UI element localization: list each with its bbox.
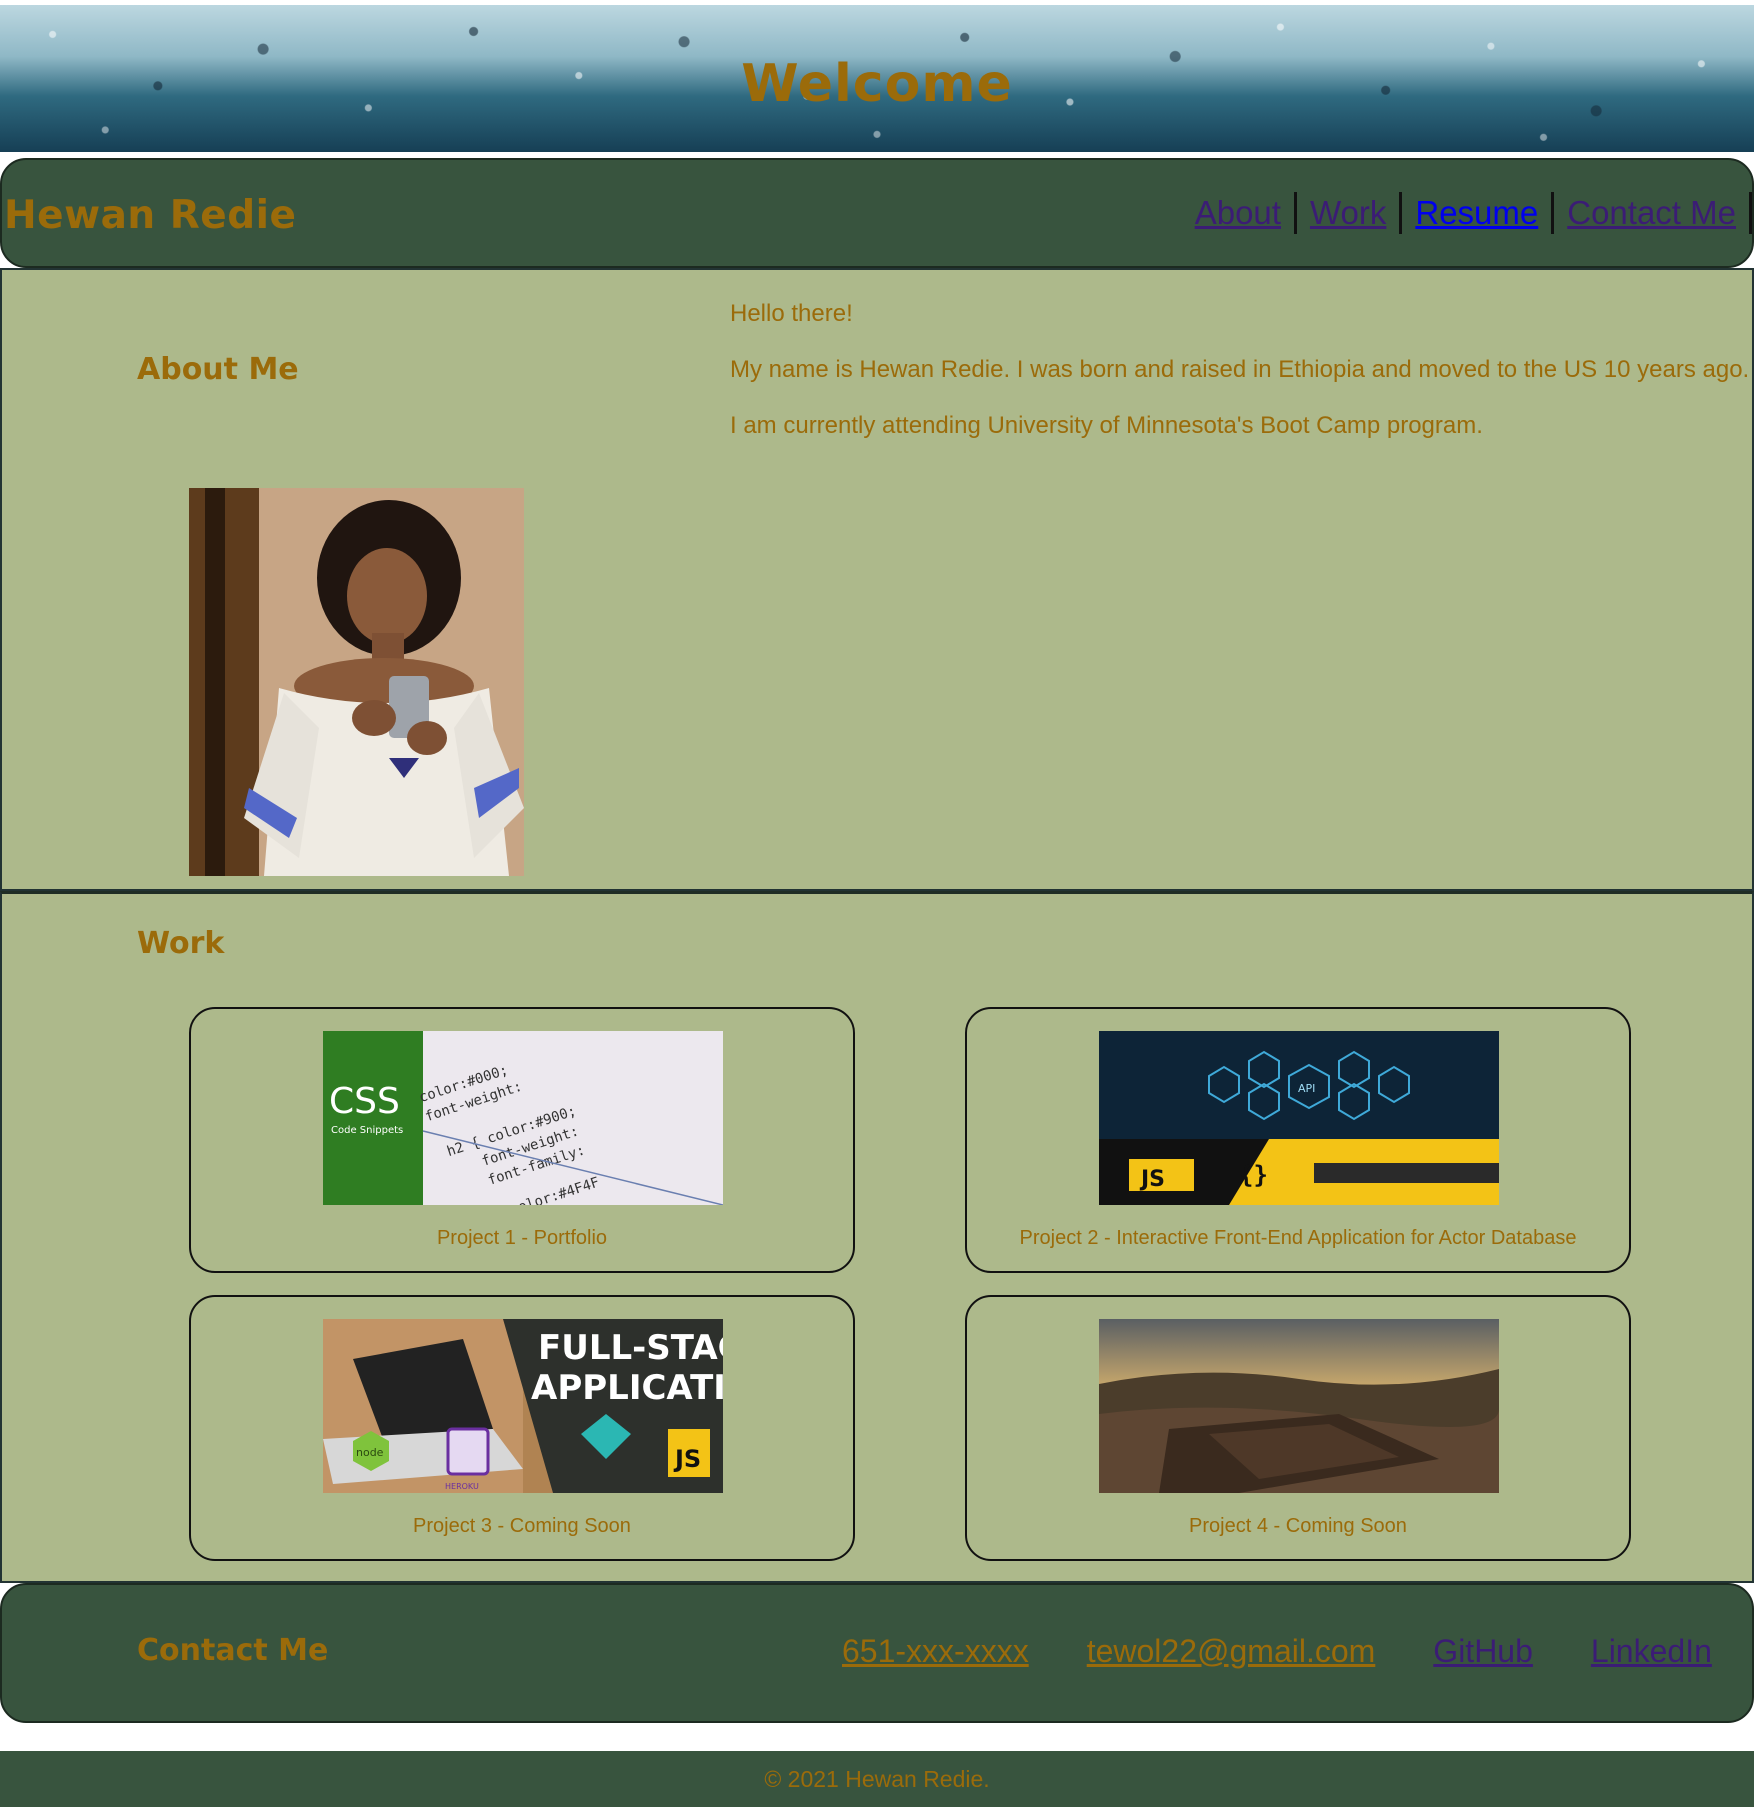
work-section: Work CSS Code Snippets color:#000; font-… [0, 891, 1754, 1583]
nav-link-about[interactable]: About [1182, 192, 1297, 234]
site-name: Hewan Redie [4, 192, 297, 238]
site-footer: © 2021 Hewan Redie. [0, 1751, 1754, 1807]
hero-title: Welcome [741, 53, 1013, 114]
project-caption: Project 4 - Coming Soon [1189, 1515, 1407, 1537]
js3-thumb-label: JS [673, 1445, 701, 1473]
heroku-thumb-label: HEROKU [445, 1482, 479, 1491]
github-link[interactable]: GitHub [1433, 1633, 1533, 1670]
project-card[interactable]: FULL-STACK APPLICATION node HEROKU JS Pr… [189, 1295, 855, 1561]
about-text: Hello there! My name is Hewan Redie. I w… [730, 300, 1750, 468]
braces-thumb-label: {} [1239, 1161, 1268, 1189]
css-thumb-label: CSS [329, 1081, 400, 1122]
phone-link[interactable]: 651-xxx-xxxx [842, 1633, 1029, 1670]
fullstack-thumb-label: FULL-STACK [538, 1328, 723, 1368]
about-paragraph: Hello there! [730, 300, 853, 327]
project-caption: Project 1 - Portfolio [436, 1227, 608, 1249]
main-nav: About Work Resume Contact Me [1182, 192, 1752, 234]
profile-photo [189, 488, 524, 876]
about-paragraph: I am currently attending University of M… [730, 412, 1483, 439]
nav-link-work[interactable]: Work [1297, 192, 1403, 234]
linkedin-link[interactable]: LinkedIn [1591, 1633, 1712, 1670]
application-thumb-label: APPLICATION [531, 1368, 723, 1408]
hero-banner: Welcome [0, 5, 1754, 152]
project-thumbnail-fullstack[interactable]: FULL-STACK APPLICATION node HEROKU JS [323, 1319, 723, 1493]
nav-link-resume[interactable]: Resume [1402, 192, 1555, 234]
api-thumb-label: API [1298, 1082, 1315, 1095]
contact-section: Contact Me 651-xxx-xxxx tewol22@gmail.co… [0, 1583, 1754, 1723]
project-thumbnail-api[interactable]: API JS {} [1099, 1031, 1499, 1205]
project-card[interactable]: API JS {} Project 2 - Interactive Front-… [965, 1007, 1631, 1273]
project-card[interactable]: Project 4 - Coming Soon [965, 1295, 1631, 1561]
email-link[interactable]: tewol22@gmail.com [1087, 1633, 1376, 1670]
about-heading: About Me [137, 352, 299, 387]
project-thumbnail-css[interactable]: CSS Code Snippets color:#000; font-weigh… [323, 1031, 723, 1205]
project-card[interactable]: CSS Code Snippets color:#000; font-weigh… [189, 1007, 855, 1273]
site-header: Hewan Redie About Work Resume Contact Me [0, 158, 1754, 268]
contact-heading: Contact Me [137, 1633, 329, 1668]
about-paragraph: My name is Hewan Redie. I was born and r… [730, 356, 1750, 383]
css-thumb-sublabel: Code Snippets [331, 1125, 403, 1136]
js-thumb-label: JS [1139, 1167, 1165, 1192]
work-heading: Work [137, 926, 225, 961]
about-section: About Me Hello there! My name is Hewan R… [0, 268, 1754, 891]
copyright-text: © 2021 Hewan Redie. [764, 1765, 990, 1792]
project-caption: Project 3 - Coming Soon [413, 1515, 631, 1537]
nav-link-contact[interactable]: Contact Me [1554, 192, 1752, 234]
project-caption: Project 2 - Interactive Front-End Applic… [1019, 1227, 1577, 1249]
node-thumb-label: node [356, 1446, 384, 1459]
project-thumbnail-landscape[interactable] [1099, 1319, 1499, 1493]
contact-links: 651-xxx-xxxx tewol22@gmail.com GitHub Li… [842, 1633, 1712, 1670]
